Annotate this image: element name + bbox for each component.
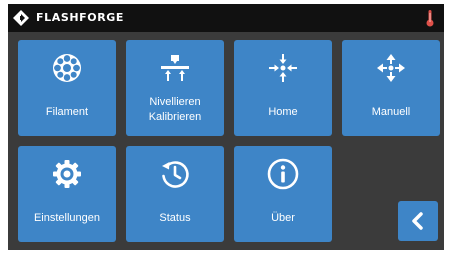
gear-icon: [50, 157, 84, 191]
filament-spool-icon: [50, 51, 84, 85]
leveling-label-line1: Nivellieren: [149, 96, 201, 108]
back-button[interactable]: [398, 201, 438, 241]
leveling-button[interactable]: Nivellieren Kalibrieren: [126, 40, 224, 136]
brand-logo: FLASHFORGE: [12, 9, 124, 27]
flashforge-logo-icon: [13, 10, 29, 26]
leveling-label: Nivellieren Kalibrieren: [126, 95, 224, 125]
about-button[interactable]: Über: [234, 146, 332, 242]
settings-label: Einstellungen: [33, 212, 101, 224]
thermometer-icon: [426, 10, 434, 27]
brand-name: FLASHFORGE: [36, 11, 125, 24]
printer-screen: FLASHFORGE Filament Nivellieren Kalibrie…: [8, 4, 444, 250]
filament-label: Filament: [45, 106, 89, 118]
home-label: Home: [268, 106, 298, 118]
home-button[interactable]: Home: [234, 40, 332, 136]
home-arrows-icon: [266, 51, 300, 85]
chevron-left-icon: [412, 212, 423, 230]
top-bar: FLASHFORGE: [8, 4, 444, 32]
manual-button[interactable]: Manuell: [342, 40, 440, 136]
bed-leveling-icon: [158, 51, 192, 85]
info-icon: [266, 157, 300, 191]
move-arrows-icon: [374, 51, 408, 85]
manual-label: Manuell: [371, 106, 411, 118]
filament-button[interactable]: Filament: [18, 40, 116, 136]
about-label: Über: [271, 212, 295, 224]
settings-button[interactable]: Einstellungen: [18, 146, 116, 242]
clock-history-icon: [158, 157, 192, 191]
status-button[interactable]: Status: [126, 146, 224, 242]
leveling-label-line2: Kalibrieren: [148, 111, 202, 123]
status-label: Status: [159, 212, 191, 224]
